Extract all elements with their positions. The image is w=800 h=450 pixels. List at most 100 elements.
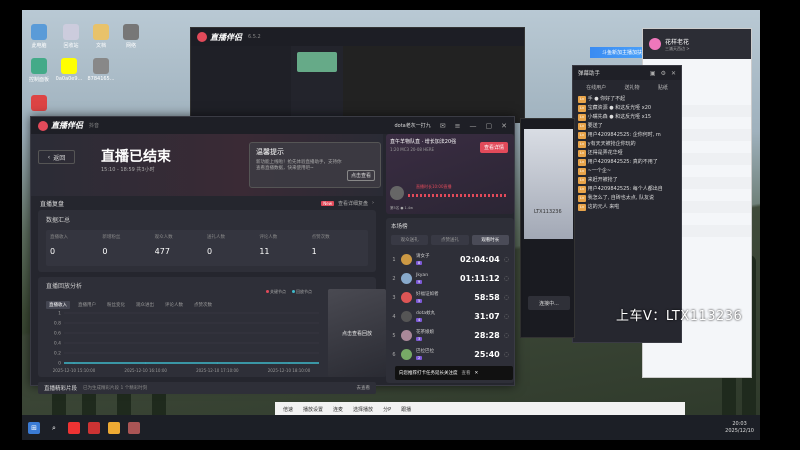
chat-bubble-icon[interactable]: ◌ <box>504 351 509 358</box>
window-close-icon[interactable]: ✕ <box>501 122 507 130</box>
player-control[interactable]: 播放设置 <box>303 406 323 413</box>
promo-card[interactable]: 直午羊物队直 · 增长加法20强 1:20 MC3 20-08 HERE 查看详… <box>386 134 514 214</box>
replay-thumbnail[interactable]: 点击查看回放 <box>328 289 386 377</box>
toast-close-icon[interactable]: ✕ <box>475 371 479 376</box>
stat-label: 评论人数 <box>259 235 278 240</box>
companion-back-window: 直播伴侣 6.5.2 <box>190 27 525 123</box>
stat-label: 送礼人数 <box>206 235 225 240</box>
menu-icon[interactable]: ≡ <box>455 122 461 130</box>
stat-item: 直播收入 0 <box>50 234 102 262</box>
player-control[interactable]: 跟播 <box>401 406 411 413</box>
chart-tab[interactable]: 点赞次数 <box>191 301 215 309</box>
toast-button[interactable]: 查看 <box>462 370 471 376</box>
mail-icon[interactable]: ✉ <box>440 122 446 130</box>
rank-number: 5 <box>392 332 396 339</box>
rank-tab-likes[interactable]: 点赞送礼 <box>431 235 469 245</box>
chat-bubble-icon[interactable]: ◌ <box>504 275 509 282</box>
chat-bubble-icon[interactable]: ◌ <box>504 294 509 301</box>
stat-value: 477 <box>154 247 170 256</box>
rank-row[interactable]: 1 请女子 8 02:04:04 ◌ <box>391 250 509 269</box>
rank-row[interactable]: 4 dota蚊丸 4 31:07 ◌ <box>391 307 509 326</box>
danmu-tab-users[interactable]: 在线用户 <box>586 84 606 91</box>
promo-date: 直播时长10:00直播 <box>416 184 452 189</box>
player-control[interactable]: 倍速 <box>283 406 293 413</box>
brand-logo-icon <box>197 32 207 42</box>
danmu-tab-stickers[interactable]: 贴纸 <box>658 84 668 91</box>
rank-user-badge: 5 <box>416 299 423 303</box>
danmu-tab-gifts[interactable]: 送礼物 <box>624 84 639 91</box>
tip-view-button[interactable]: 点击查看 <box>346 170 375 181</box>
highlight-row[interactable]: 直播精彩片段 已为生成精彩片段 1 个精彩时刻 去查看 <box>38 382 376 394</box>
desktop-icon-pc[interactable]: 此电脑 <box>24 24 54 49</box>
rank-user-badge: 8 <box>416 261 423 265</box>
highlight-more-link[interactable]: 去查看 <box>357 385 371 391</box>
chart-tab[interactable]: 粉丝变化 <box>104 301 128 309</box>
data-point <box>73 362 75 364</box>
rank-card: 本场榜 观众送礼 点赞送礼 观看时长 1 请女子 8 02:04:04 ◌ 2 Jkyan 9… <box>386 218 514 383</box>
desktop-icon-file-2[interactable]: 8784165... <box>86 58 116 82</box>
chart-tab[interactable]: 评论人数 <box>162 301 186 309</box>
highlight-desc: 已为生成精彩片段 1 个精彩时刻 <box>83 386 148 391</box>
rank-row[interactable]: 2 Jkyan 9 01:11:12 ◌ <box>391 269 509 288</box>
chart-tab[interactable]: 观众进出 <box>133 301 157 309</box>
legend-key-node: 关键节点 <box>266 289 286 295</box>
rank-user-name: 巴拉巴拉 <box>416 349 434 354</box>
browser-icon[interactable] <box>68 421 80 434</box>
toast-text: 向您推荐打卡任务延长关注度 <box>399 371 458 376</box>
minimize-icon[interactable]: — <box>470 122 477 130</box>
back-button[interactable]: ‹ 返回 <box>38 150 75 164</box>
windows-start-icon[interactable]: ⊞ <box>28 421 40 434</box>
danmu-message: Lv 用户4209842525: 每个人都出自 <box>573 185 681 194</box>
app-icon[interactable] <box>128 421 140 434</box>
level-badge: Lv <box>578 186 587 193</box>
settings-icon[interactable]: ⚙ <box>661 70 666 77</box>
player-control[interactable]: 选择播放 <box>353 406 373 413</box>
rank-row[interactable]: 6 巴拉巴拉 2 25:40 ◌ <box>391 345 509 364</box>
titlebar-user[interactable]: dota老灰一打九 <box>394 122 430 129</box>
chat-bubble-icon[interactable]: ◌ <box>504 332 509 339</box>
tip-title: 温馨提示 <box>256 148 284 156</box>
level-badge: Lv <box>578 204 587 211</box>
rank-row[interactable]: 5 花茶娘娘 3 28:28 ◌ <box>391 326 509 345</box>
player-control[interactable]: 连麦 <box>333 406 343 413</box>
desktop-icon-recycle[interactable]: 回收站 <box>56 24 86 49</box>
close-icon[interactable]: ✕ <box>671 70 676 77</box>
folder-icon[interactable] <box>108 421 120 434</box>
chart-tab[interactable]: 直播用户 <box>75 301 99 309</box>
maximize-icon[interactable]: ▢ <box>486 122 493 130</box>
y-tick-label: 0.6 <box>54 331 61 337</box>
platform-tab[interactable]: 抖音 <box>89 122 99 129</box>
avatar <box>401 292 412 303</box>
danmu-window: 弹幕助手 ▣ ⚙ ✕ 在线用户 送礼物 贴纸 Lv 手 ● 你好了不起 Lv 宝藏资源… <box>572 65 682 343</box>
search-icon[interactable]: ⌕ <box>48 422 60 434</box>
live-app-icon[interactable] <box>88 421 100 434</box>
x-tick-label: 2025-12-10 17:10:00 <box>196 368 239 373</box>
rank-tab-watch-time[interactable]: 观看时长 <box>471 235 509 245</box>
desktop-icon-app-1[interactable] <box>24 95 54 113</box>
pin-icon[interactable]: ▣ <box>650 70 656 77</box>
desktop-icon-network[interactable]: 网络 <box>116 24 146 49</box>
connect-button[interactable]: 连接中... <box>528 296 570 310</box>
rank-list: 1 请女子 8 02:04:04 ◌ 2 Jkyan 9 01:11:12 ◌ 3 好福证如者 5 58:… <box>391 250 509 364</box>
taskbar: ⊞ ⌕ 20:03 2025/12/10 <box>22 415 760 440</box>
desktop-icon-file-1[interactable]: 0a0a0e9... <box>54 58 84 82</box>
stat-label: 直播收入 <box>50 235 68 240</box>
chat-bubble-icon[interactable]: ◌ <box>504 313 509 320</box>
y-tick-label: 0.4 <box>54 341 61 347</box>
player-control[interactable]: 分P <box>383 406 391 413</box>
level-badge: Lv <box>578 123 587 130</box>
back-brand: 直播伴侣 <box>197 32 242 43</box>
rank-row[interactable]: 3 好福证如者 5 58:58 ◌ <box>391 288 509 307</box>
avatar <box>401 273 412 284</box>
chat-bubble-icon[interactable]: ◌ <box>504 256 509 263</box>
desktop-icon-control[interactable]: 控制面板 <box>24 58 54 83</box>
promo-detail-button[interactable]: 查看详情 <box>479 142 508 153</box>
data-point <box>216 362 219 364</box>
chart-tab[interactable]: 直播收入 <box>46 301 70 309</box>
rank-tab-gifts[interactable]: 观众送礼 <box>391 235 429 245</box>
desktop-icon-doc[interactable]: 文档 <box>86 24 116 49</box>
side-panel-name: 花样老花 <box>665 38 690 46</box>
review-detail-link[interactable]: 查看详细复盘 <box>338 200 368 207</box>
danmu-message: Lv 我怎么了, 自砖也太点, 队友说 <box>573 194 681 203</box>
live-time: 15:10 - 18:59 共3小时 <box>101 167 155 173</box>
